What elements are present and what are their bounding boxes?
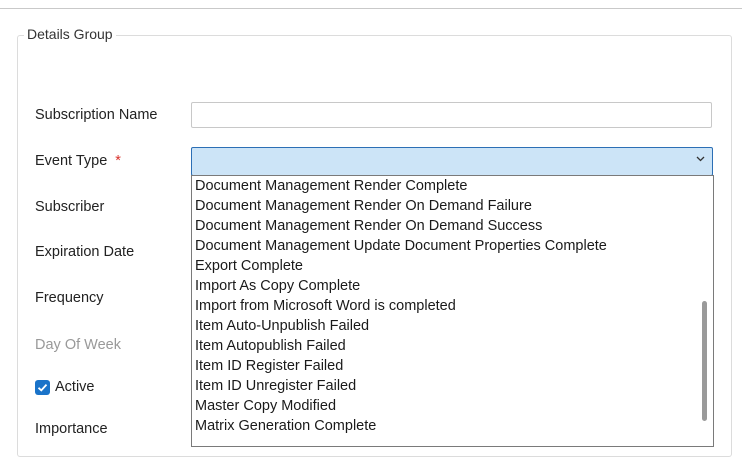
check-icon [37, 383, 48, 392]
required-marker: * [115, 153, 121, 169]
top-divider [0, 8, 742, 9]
event-type-label: Event Type * [35, 153, 121, 169]
subscription-name-label: Subscription Name [35, 107, 158, 123]
dropdown-option[interactable]: Matrix Generation Complete [192, 416, 713, 436]
expiration-date-label: Expiration Date [35, 244, 135, 260]
dropdown-option[interactable]: Export Complete [192, 256, 713, 276]
event-type-label-text: Event Type [35, 153, 108, 169]
dropdown-scrollbar[interactable] [696, 176, 713, 446]
importance-label: Importance [35, 421, 108, 437]
scrollbar-thumb[interactable] [702, 301, 707, 421]
event-type-select[interactable] [191, 147, 713, 176]
dropdown-option[interactable]: Item ID Register Failed [192, 356, 713, 376]
group-legend: Details Group [24, 26, 116, 42]
frequency-label: Frequency [35, 290, 104, 306]
chevron-down-icon [696, 156, 705, 162]
dropdown-option[interactable]: Import from Microsoft Word is completed [192, 296, 713, 316]
active-label: Active [55, 379, 95, 395]
dropdown-option[interactable]: Document Management Update Document Prop… [192, 236, 713, 256]
dropdown-option[interactable]: Document Management Render On Demand Fai… [192, 196, 713, 216]
dropdown-option[interactable]: Import As Copy Complete [192, 276, 713, 296]
dropdown-option[interactable]: Document Management Render On Demand Suc… [192, 216, 713, 236]
day-of-week-label: Day Of Week [35, 337, 121, 353]
dropdown-option[interactable]: Item ID Unregister Failed [192, 376, 713, 396]
dropdown-options: Document Management Render Complete Docum… [192, 176, 713, 436]
dropdown-option[interactable]: Master Copy Modified [192, 396, 713, 416]
dropdown-option[interactable]: Item Autopublish Failed [192, 336, 713, 356]
subscription-name-input[interactable] [191, 102, 712, 128]
subscriber-label: Subscriber [35, 199, 105, 215]
active-checkbox[interactable] [35, 380, 50, 395]
dropdown-option[interactable]: Item Auto-Unpublish Failed [192, 316, 713, 336]
dropdown-option[interactable]: Document Management Render Complete [192, 176, 713, 196]
event-type-dropdown-list[interactable]: Document Management Render Complete Docum… [191, 175, 714, 447]
